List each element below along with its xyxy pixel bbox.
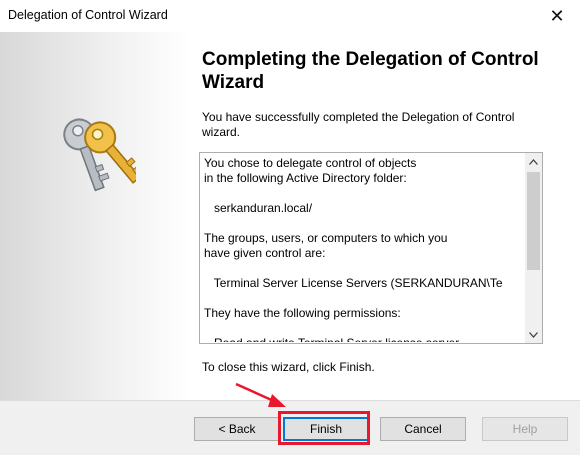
- summary-line: [204, 261, 522, 276]
- cancel-button[interactable]: Cancel: [380, 417, 466, 441]
- annotation-arrow-icon: [235, 382, 286, 407]
- intro-text: You have successfully completed the Dele…: [202, 110, 515, 139]
- summary-line: [204, 216, 522, 231]
- finish-button[interactable]: Finish: [283, 417, 369, 441]
- summary-line: [204, 291, 522, 306]
- scroll-down-arrow-icon[interactable]: [525, 326, 542, 343]
- summary-line: serkanduran.local/: [204, 201, 313, 215]
- title-bar: Delegation of Control Wizard ✕: [0, 0, 580, 32]
- summary-line: Read and write Terminal Server license s…: [204, 336, 522, 342]
- vertical-scrollbar[interactable]: [525, 153, 542, 343]
- window-title: Delegation of Control Wizard: [8, 8, 168, 22]
- back-button[interactable]: < Back: [194, 417, 280, 441]
- summary-line: The groups, users, or computers to which…: [204, 231, 448, 245]
- close-button[interactable]: ✕: [534, 0, 580, 32]
- summary-line: in the following Active Directory folder…: [204, 171, 407, 185]
- scroll-thumb[interactable]: [527, 172, 540, 270]
- summary-text: You chose to delegate control of objects…: [204, 156, 522, 342]
- close-hint-text: To close this wizard, click Finish.: [202, 360, 375, 374]
- summary-line: [204, 186, 522, 201]
- wizard-side-panel: [0, 32, 190, 400]
- wizard-content: Completing the Delegation of Control Wiz…: [190, 32, 580, 400]
- summary-line: [204, 321, 522, 336]
- summary-line: You chose to delegate control of objects: [204, 156, 417, 170]
- keys-icon: [63, 118, 136, 192]
- summary-line: They have the following permissions:: [204, 306, 401, 320]
- help-button[interactable]: Help: [482, 417, 568, 441]
- page-title: Completing the Delegation of Control Wiz…: [202, 49, 539, 93]
- summary-line: have given control are:: [204, 246, 326, 260]
- scroll-up-arrow-icon[interactable]: [525, 153, 542, 170]
- summary-line: Terminal Server License Servers (SERKAND…: [204, 276, 503, 290]
- summary-textbox[interactable]: You chose to delegate control of objects…: [199, 152, 543, 344]
